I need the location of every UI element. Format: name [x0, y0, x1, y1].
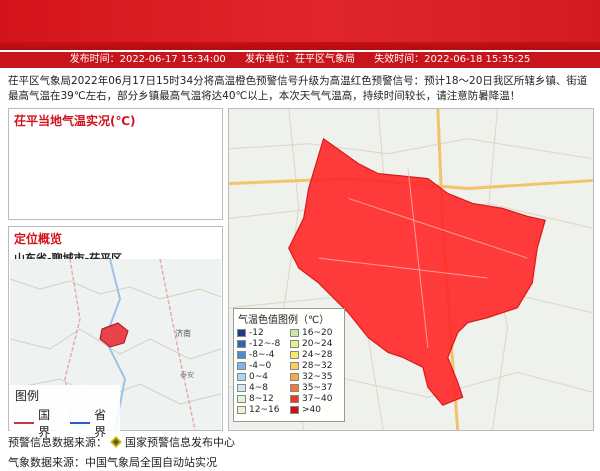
legend-swatch	[237, 329, 246, 337]
legend-swatch	[237, 351, 246, 359]
legend-swatch	[290, 373, 299, 381]
legend-swatch	[290, 351, 299, 359]
legend-swatch	[237, 395, 246, 403]
legend-swatch	[290, 384, 299, 392]
legend-item: 28~32	[290, 361, 341, 371]
publisher: 发布单位：茌平区气象局	[245, 54, 355, 65]
temperature-legend-items: -12 16~20 -12~-8 20~24 -8~-4 24~28 -4~0 28~32 0~…	[234, 328, 344, 415]
legend-swatch	[290, 395, 299, 403]
mini-map-legend: 图例 国界 省界	[10, 385, 120, 439]
legend-item: 32~35	[290, 372, 341, 382]
legend-swatch	[290, 406, 299, 414]
provincial-border-swatch	[70, 422, 91, 424]
mini-legend-title: 图例	[15, 389, 40, 403]
legend-label: 20~24	[302, 339, 333, 349]
legend-item: -12~-8	[237, 339, 288, 349]
legend-item: -8~-4	[237, 350, 288, 360]
temperature-panel: 茌平当地气温实况(℃)	[8, 108, 223, 220]
legend-label: -4~0	[249, 361, 272, 371]
legend-item: 8~12	[237, 394, 288, 404]
legend-swatch	[290, 329, 299, 337]
legend-swatch	[237, 362, 246, 370]
legend-item: 0~4	[237, 372, 288, 382]
weather-data-source: 气象数据来源：中国气象局全国自动站实况	[8, 456, 217, 469]
legend-item: >40	[290, 405, 341, 415]
legend-label: -12~-8	[249, 339, 281, 349]
legend-label: 32~35	[302, 372, 333, 382]
alert-notice-text: 茌平区气象局2022年06月17日15时34分将高温橙色预警信号升级为高温红色预…	[8, 75, 588, 102]
temperature-panel-title: 茌平当地气温实况(℃)	[14, 114, 136, 128]
legend-swatch	[290, 340, 299, 348]
legend-item: 16~20	[290, 328, 341, 338]
alert-meta-bar: 发布时间：2022-06-17 15:34:00 发布单位：茌平区气象局 失效时…	[0, 52, 600, 68]
legend-label: 8~12	[249, 394, 274, 404]
legend-item: 4~8	[237, 383, 288, 393]
city-label-taian: 泰安	[180, 370, 194, 379]
legend-label: 24~28	[302, 350, 333, 360]
legend-swatch	[290, 362, 299, 370]
alert-banner	[0, 0, 600, 50]
legend-label: 28~32	[302, 361, 333, 371]
legend-label: >40	[302, 405, 321, 415]
legend-item: 20~24	[290, 339, 341, 349]
legend-item: -12	[237, 328, 288, 338]
legend-item: -4~0	[237, 361, 288, 371]
location-panel-title: 定位概览	[14, 232, 63, 246]
expire-time: 失效时间：2022-06-18 15:35:25	[374, 54, 531, 65]
legend-label: 35~37	[302, 383, 333, 393]
temperature-legend: 气温色值图例（℃） -12 16~20 -12~-8 20~24 -8~-4 24~28-…	[233, 308, 345, 422]
publish-time: 发布时间：2022-06-17 15:34:00	[69, 54, 226, 65]
legend-label: 37~40	[302, 394, 333, 404]
alert-center-logo-icon	[110, 436, 122, 448]
legend-label: 12~16	[249, 405, 280, 415]
legend-swatch	[237, 406, 246, 414]
legend-swatch	[237, 340, 246, 348]
legend-swatch	[237, 384, 246, 392]
warning-source: 预警信息数据来源： 国家预警信息发布中心	[8, 434, 235, 450]
national-border-swatch	[14, 422, 35, 424]
warning-source-label: 预警信息数据来源：	[8, 436, 107, 449]
legend-item: 35~37	[290, 383, 341, 393]
legend-label: -8~-4	[249, 350, 275, 360]
legend-item: 12~16	[237, 405, 288, 415]
warning-source-value: 国家预警信息发布中心	[125, 436, 235, 449]
legend-label: 16~20	[302, 328, 333, 338]
temperature-legend-title: 气温色值图例（℃）	[238, 315, 330, 326]
legend-label: 4~8	[249, 383, 268, 393]
legend-label: -12	[249, 328, 264, 338]
city-label-jinan: 济南	[175, 328, 191, 338]
legend-item: 24~28	[290, 350, 341, 360]
legend-swatch	[237, 373, 246, 381]
legend-label: 0~4	[249, 372, 268, 382]
legend-item: 37~40	[290, 394, 341, 404]
